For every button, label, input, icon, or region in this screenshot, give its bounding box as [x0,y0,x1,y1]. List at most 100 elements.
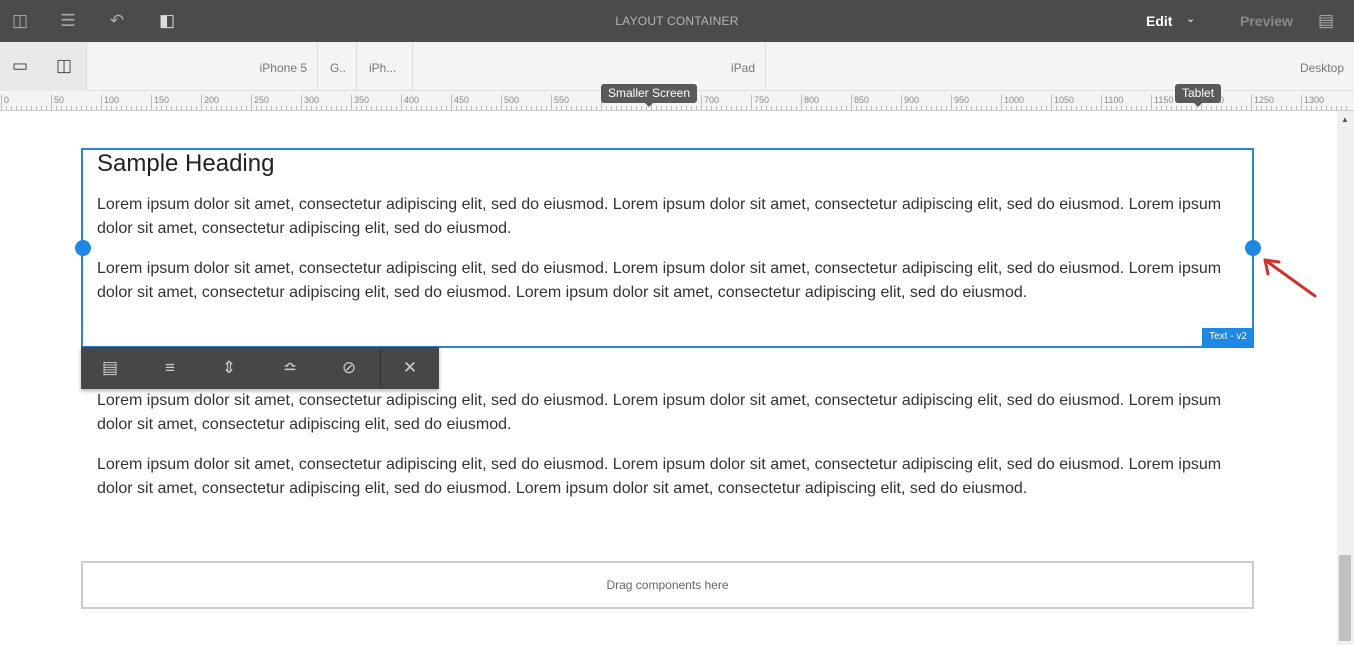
ruler-tick [1126,106,1127,110]
ruler-tick [1316,106,1317,110]
ruler-tick [1111,106,1112,110]
ruler-tick [781,106,782,110]
ruler-tick [1216,106,1217,110]
ruler-tick [1046,106,1047,110]
close-icon[interactable]: ✕ [381,347,439,389]
device-iphone[interactable]: iPh... [357,42,413,91]
ruler-tick [116,106,117,110]
parent-select-icon[interactable]: ▤ [81,347,139,389]
device-iphone5[interactable]: iPhone 5 [87,42,318,91]
scrollbar-thumb[interactable] [1339,555,1351,641]
ruler-tick [986,106,987,110]
ruler-tick [321,106,322,110]
scrollbar[interactable]: ▲ [1337,111,1354,645]
ruler-tick [536,106,537,110]
ruler-tick [1186,106,1187,110]
tablet-marker[interactable]: Tablet [1175,84,1222,107]
selected-text-component[interactable] [81,148,1254,348]
ruler-tick [926,106,927,110]
ruler-label: 50 [51,95,64,110]
ruler-tick [1116,106,1117,110]
ruler-tick [1231,106,1232,110]
scroll-up-icon[interactable]: ▲ [1341,115,1349,124]
paragraph[interactable]: Lorem ipsum dolor sit amet, consectetur … [97,389,1242,437]
ruler-tick [61,106,62,110]
ruler-tick [426,106,427,110]
ruler-tick [616,106,617,110]
ruler-tick [6,106,7,110]
ruler-label: 1100 [1101,95,1123,110]
ruler-tick [506,106,507,110]
ruler-tick [881,106,882,110]
ruler-tick [731,106,732,110]
ruler-tick [376,106,377,110]
ruler-tick [756,106,757,110]
ruler-tick [811,106,812,110]
preview-button[interactable]: Preview [1240,13,1293,29]
ruler-tick [476,106,477,110]
paragraph[interactable]: Lorem ipsum dolor sit amet, consectetur … [97,453,1242,501]
ruler-tick [1321,106,1322,110]
ruler-tick [561,106,562,110]
device-ipad[interactable]: iPad [413,42,766,91]
ruler-tick [541,106,542,110]
annotations-icon[interactable]: ▤ [1316,11,1336,31]
ruler-tick [241,106,242,110]
ruler-tick [231,106,232,110]
layers-icon[interactable]: ≏ [261,347,319,389]
ruler-tick [336,106,337,110]
ruler-tick [326,106,327,110]
ruler-tick [1021,106,1022,110]
ruler-tick [481,106,482,110]
device-toggle-group: ▭ ◫ [0,42,87,91]
ruler-tick [1276,106,1277,110]
edit-mode-button[interactable]: Edit [1146,13,1172,29]
smaller-screen-marker[interactable]: Smaller Screen [601,84,698,107]
ruler-tick [741,106,742,110]
ruler-tick [791,106,792,110]
layout-icon[interactable]: ≡ [141,347,199,389]
ruler-tick [1336,106,1337,110]
ruler-tick [386,106,387,110]
ruler-tick [961,106,962,110]
resize-handle-left[interactable] [75,240,91,256]
ruler-tick [861,106,862,110]
ruler-tick [331,106,332,110]
ruler-tick [836,106,837,110]
device-desktop[interactable]: Desktop [766,42,1354,91]
ruler-tick [1096,106,1097,110]
ruler-tick [566,106,567,110]
ruler-tick [581,106,582,110]
ruler-tick [186,106,187,110]
ruler-tick [156,106,157,110]
ruler-tick [281,106,282,110]
rotate-device-icon[interactable]: ◫ [54,56,74,76]
ruler-tick [56,106,57,110]
ruler-tick [1191,106,1192,110]
ruler-tick [891,106,892,110]
ruler-tick [1326,106,1327,110]
chevron-down-icon[interactable]: ⌄ [1186,12,1195,25]
drop-zone[interactable]: Drag components here [81,561,1254,609]
ruler-tick [131,106,132,110]
ruler-tick [1071,106,1072,110]
ruler-tick [1306,106,1307,110]
ruler-tick [176,106,177,110]
ruler-tick [381,106,382,110]
hide-component-icon[interactable]: ⊘ [320,347,378,389]
ruler-tick [1136,106,1137,110]
ruler-tick [886,106,887,110]
ruler-tick [441,106,442,110]
ruler-tick [821,106,822,110]
ruler-tick [306,106,307,110]
ruler-tick [16,106,17,110]
ruler-tick [726,106,727,110]
ruler-tick [1236,106,1237,110]
ruler-tick [841,106,842,110]
ruler-tick [666,106,667,110]
desktop-icon[interactable]: ▭ [10,56,30,76]
ruler-tick [316,106,317,110]
ruler-tick [1311,106,1312,110]
float-icon[interactable]: ⇕ [200,347,258,389]
device-galaxy[interactable]: G.. [318,42,357,91]
